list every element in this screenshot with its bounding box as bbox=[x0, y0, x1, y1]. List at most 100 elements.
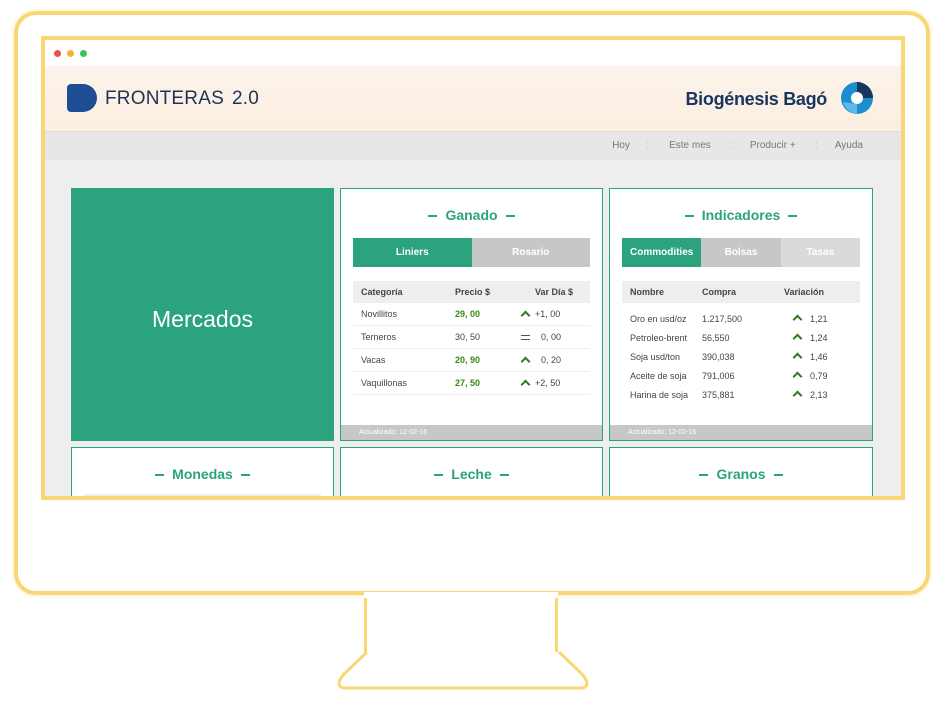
row-price: 27, 50 bbox=[455, 378, 481, 388]
title-dash bbox=[788, 215, 798, 218]
row-name: Aceite de soja bbox=[630, 370, 687, 381]
row-price: 29, 00 bbox=[455, 309, 481, 319]
granos-tab[interactable] bbox=[622, 496, 701, 500]
arrow-up-icon bbox=[784, 369, 810, 382]
row-variation: +2, 50 bbox=[535, 378, 561, 388]
table-row: Vaquillonas 27, 50 +2, 50 bbox=[353, 372, 590, 395]
leche-title-text: Leche bbox=[451, 466, 492, 482]
fronteras-logo-icon bbox=[67, 84, 97, 112]
window-titlebar bbox=[45, 40, 901, 66]
title-dash bbox=[684, 215, 694, 218]
row-variation: 0, 00 bbox=[541, 332, 562, 342]
updated-footer: Actualizado: 12-02-16 bbox=[610, 425, 872, 440]
nav-separator: ⁚⁚ bbox=[645, 141, 654, 150]
row-category: Vacas bbox=[361, 355, 386, 365]
row-variation: 0,79 bbox=[810, 370, 828, 381]
table-row: Oro en usd/oz 1.217,500 1,21 bbox=[622, 309, 860, 328]
title-dash bbox=[240, 474, 250, 477]
granos-title: Granos bbox=[610, 466, 872, 482]
screen: FRONTERAS 2.0 Biogénesis Bagó Hoy ⁚⁚ Este… bbox=[41, 36, 905, 500]
nav-item-este-mes[interactable]: Este mes bbox=[669, 140, 711, 151]
partner-name: Biogénesis Bagó bbox=[685, 89, 827, 109]
title-dash bbox=[155, 474, 165, 477]
nav-item-ayuda[interactable]: Ayuda bbox=[835, 140, 863, 151]
row-buy: 375,881 bbox=[702, 389, 735, 400]
mercados-label: Mercados bbox=[152, 306, 253, 332]
arrow-up-icon bbox=[515, 377, 535, 390]
biogenesis-logo-icon bbox=[841, 82, 873, 114]
row-buy: 791,006 bbox=[702, 370, 735, 381]
monedas-table-header bbox=[84, 494, 321, 496]
monitor-stand-base bbox=[330, 650, 596, 690]
tab-bolsas[interactable]: Bolsas bbox=[701, 238, 781, 267]
table-row: Soja usd/ton 390,038 1,46 bbox=[622, 347, 860, 366]
row-buy: 56,550 bbox=[702, 332, 730, 343]
granos-card: Granos bbox=[609, 447, 873, 500]
brand-name: FRONTERAS bbox=[105, 88, 224, 109]
indicadores-tabs: Commodities Bolsas Tasas bbox=[622, 238, 860, 267]
nav-item-hoy[interactable]: Hoy bbox=[612, 140, 630, 151]
table-row: Aceite de soja 791,006 0,79 bbox=[622, 366, 860, 385]
row-name: Oro en usd/oz bbox=[630, 313, 687, 324]
row-variation: 1,46 bbox=[810, 351, 828, 362]
title-dash bbox=[773, 474, 783, 477]
brand-title[interactable]: FRONTERAS 2.0 bbox=[105, 88, 259, 110]
column-header: Precio $ bbox=[455, 287, 491, 297]
app-header: FRONTERAS 2.0 Biogénesis Bagó bbox=[45, 66, 901, 132]
column-header: Var Día $ bbox=[535, 287, 574, 297]
column-header: Nombre bbox=[630, 287, 665, 297]
title-dash bbox=[434, 474, 444, 477]
granos-tabs bbox=[622, 496, 860, 500]
indicadores-card: Indicadores Commodities Bolsas Tasas Nom… bbox=[609, 188, 873, 441]
brand-version: 2.0 bbox=[231, 88, 259, 109]
mercados-tile[interactable]: Mercados bbox=[71, 188, 334, 441]
row-variation: +1, 00 bbox=[535, 309, 561, 319]
monitor-stand-neck bbox=[364, 592, 558, 652]
row-variation: 1,21 bbox=[810, 313, 828, 324]
row-name: Soja usd/ton bbox=[630, 351, 681, 362]
granos-tab[interactable] bbox=[781, 496, 860, 500]
maximize-window-button[interactable] bbox=[80, 50, 87, 57]
nav-separator: ⁚⁚ bbox=[811, 141, 819, 150]
arrow-up-icon bbox=[784, 331, 810, 344]
row-category: Terneros bbox=[361, 332, 397, 342]
title-dash bbox=[428, 215, 438, 218]
nav-separator: ⁚⁚ bbox=[726, 141, 734, 150]
top-navbar: Hoy ⁚⁚ Este mes ⁚⁚ Producir + ⁚⁚ Ayuda bbox=[45, 132, 901, 160]
row-variation: 1,24 bbox=[810, 332, 828, 343]
tab-tasas[interactable]: Tasas bbox=[780, 238, 860, 267]
granos-tab[interactable] bbox=[701, 496, 780, 500]
column-header: Compra bbox=[702, 287, 737, 297]
nav-item-producir[interactable]: Producir + bbox=[750, 140, 796, 151]
updated-footer: Actualizado: 12-02-16 bbox=[341, 425, 602, 440]
ganado-title-text: Ganado bbox=[445, 207, 498, 223]
granos-title-text: Granos bbox=[716, 466, 766, 482]
table-row: Harina de soja 375,881 2,13 bbox=[622, 385, 860, 404]
row-name: Petroleo-brent bbox=[630, 332, 688, 343]
row-variation: 2,13 bbox=[810, 389, 828, 400]
indicadores-title-text: Indicadores bbox=[701, 207, 781, 223]
table-row: Petroleo-brent 56,550 1,24 bbox=[622, 328, 860, 347]
monedas-card: Monedas bbox=[71, 447, 334, 496]
leche-card: Leche bbox=[340, 447, 603, 496]
column-header: Variación bbox=[784, 287, 825, 297]
monedas-title-text: Monedas bbox=[172, 466, 233, 482]
minimize-window-button[interactable] bbox=[67, 50, 74, 57]
row-price: 30, 50 bbox=[455, 332, 481, 342]
title-dash bbox=[505, 215, 515, 218]
row-name: Harina de soja bbox=[630, 389, 689, 400]
close-window-button[interactable] bbox=[54, 50, 61, 57]
arrow-up-icon bbox=[515, 354, 535, 367]
table-row: Vacas 20, 90 0, 20 bbox=[353, 349, 590, 372]
ganado-title: Ganado bbox=[341, 207, 602, 223]
arrow-up-icon bbox=[784, 312, 810, 325]
arrow-up-icon bbox=[784, 388, 810, 401]
tab-liniers[interactable]: Liniers bbox=[353, 238, 472, 267]
arrow-up-icon bbox=[515, 308, 535, 321]
arrow-up-icon bbox=[784, 350, 810, 363]
nav-menu: Hoy ⁚⁚ Este mes ⁚⁚ Producir + ⁚⁚ Ayuda bbox=[612, 140, 863, 151]
row-variation: 0, 20 bbox=[541, 355, 562, 365]
tab-commodities[interactable]: Commodities bbox=[622, 238, 702, 267]
title-dash bbox=[499, 474, 509, 477]
tab-rosario[interactable]: Rosario bbox=[471, 238, 590, 267]
